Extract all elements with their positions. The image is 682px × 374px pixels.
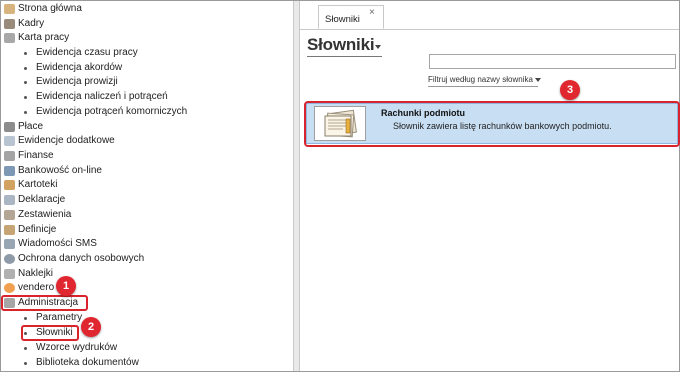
close-icon[interactable]: ×: [369, 7, 375, 18]
nav-label: Zestawienia: [18, 209, 72, 220]
step-badge-1: 1: [56, 276, 76, 296]
nav-subitem-ewidencja-potracen-komorniczych[interactable]: Ewidencja potrąceń komorniczych: [24, 105, 187, 119]
subitem-label: Ewidencja czasu pracy: [36, 47, 138, 58]
nav-item-bankowosc[interactable]: Bankowość on-line: [4, 164, 102, 178]
bank-icon: [4, 166, 15, 176]
nav-item-wiadomosci-sms[interactable]: Wiadomości SMS: [4, 237, 97, 251]
nav-subitem-parametry[interactable]: Parametry: [24, 311, 82, 325]
highlight-administracja: [1, 295, 88, 311]
timecard-icon: [4, 33, 15, 43]
bullet-icon: [24, 346, 27, 350]
nav-label: Wiadomości SMS: [18, 238, 97, 249]
nav-item-finanse[interactable]: Finanse: [4, 149, 54, 163]
subitem-label: Parametry: [36, 312, 83, 323]
finance-icon: [4, 151, 15, 161]
subitem-label: Ewidencja akordów: [36, 62, 123, 73]
nav-label: Naklejki: [18, 268, 54, 279]
nav-subitem-biblioteka-dokumentow[interactable]: Biblioteka dokumentów: [24, 356, 139, 370]
sticker-icon: [4, 269, 15, 279]
bullet-icon: [24, 316, 27, 320]
bullet-icon: [24, 66, 27, 70]
nav-label: Bankowość on-line: [18, 165, 102, 176]
main-content: Słowniki × Słowniki Filtruj według nazwy…: [300, 1, 680, 371]
cards-icon: [4, 180, 15, 190]
nav-item-kadry[interactable]: Kadry: [4, 17, 44, 31]
nav-item-deklaracje[interactable]: Deklaracje: [4, 193, 65, 207]
bullet-icon: [24, 110, 27, 114]
nav-subitem-ewidencja-naliczen[interactable]: Ewidencja naliczeń i potrąceń: [24, 90, 168, 104]
nav-item-zestawienia[interactable]: Zestawienia: [4, 208, 71, 222]
nav-label: Kartoteki: [18, 179, 58, 190]
folder-icon: [4, 136, 15, 146]
definitions-icon: [4, 225, 15, 235]
tab-bar: Słowniki ×: [300, 1, 679, 30]
nav-subitem-ewidencja-czasu-pracy[interactable]: Ewidencja czasu pracy: [24, 46, 138, 60]
nav-item-kartoteki[interactable]: Kartoteki: [4, 178, 57, 192]
pane-splitter[interactable]: [293, 1, 300, 371]
nav-item-ewidencje-dodatkowe[interactable]: Ewidencje dodatkowe: [4, 134, 115, 148]
chevron-down-icon: [534, 77, 541, 82]
subitem-label: Ewidencja prowizji: [36, 76, 118, 87]
nav-label: vendero: [18, 282, 55, 293]
bullet-icon: [24, 51, 27, 55]
nav-label: Strona główna: [18, 3, 82, 14]
nav-label: Definicje: [18, 224, 57, 235]
report-icon: [4, 210, 15, 220]
nav-label: Kadry: [18, 18, 45, 29]
nav-item-naklejki[interactable]: Naklejki: [4, 267, 53, 281]
vendero-icon: [4, 283, 15, 293]
sidebar-nav: Strona główna Kadry Karta pracy Ewidencj…: [1, 1, 293, 371]
nav-label: Ochrona danych osobowych: [18, 253, 145, 264]
nav-label: Finanse: [18, 150, 54, 161]
nav-subitem-ewidencja-prowizji[interactable]: Ewidencja prowizji: [24, 75, 118, 89]
step-badge-3: 3: [560, 80, 580, 100]
nav-label: Płace: [18, 121, 44, 132]
nav-subitem-ewidencja-akordow[interactable]: Ewidencja akordów: [24, 61, 122, 75]
nav-label: Ewidencje dodatkowe: [18, 135, 115, 146]
chevron-down-icon[interactable]: [375, 45, 381, 49]
subitem-label: Biblioteka dokumentów: [36, 357, 139, 368]
nav-item-strona-glowna[interactable]: Strona główna: [4, 2, 82, 16]
nav-label: Deklaracje: [18, 194, 66, 205]
nav-item-ochrona-danych[interactable]: Ochrona danych osobowych: [4, 252, 144, 266]
page-title[interactable]: Słowniki: [307, 35, 375, 55]
subitem-label: Ewidencja naliczeń i potrąceń: [36, 91, 168, 102]
bullet-icon: [24, 95, 27, 99]
tab-label: Słowniki: [325, 14, 360, 25]
bullet-icon: [24, 80, 27, 84]
highlight-slowniki: [21, 325, 79, 341]
nav-item-vendero[interactable]: vendero: [4, 281, 54, 295]
wallet-icon: [4, 122, 15, 132]
nav-subitem-wzorce-wydrukow[interactable]: Wzorce wydruków: [24, 341, 117, 355]
bullet-icon: [24, 361, 27, 365]
title-underline: [307, 56, 382, 57]
declaration-icon: [4, 195, 15, 205]
subitem-label: Wzorce wydruków: [36, 342, 118, 353]
shield-icon: [4, 254, 15, 264]
nav-item-definicje[interactable]: Definicje: [4, 223, 56, 237]
filter-underline: [428, 86, 538, 87]
people-icon: [4, 19, 15, 29]
nav-item-place[interactable]: Płace: [4, 120, 43, 134]
search-input[interactable]: [429, 54, 676, 69]
tab-slowniki[interactable]: Słowniki ×: [318, 5, 384, 29]
nav-label: Karta pracy: [18, 32, 70, 43]
sms-icon: [4, 239, 15, 249]
filter-label: Filtruj według nazwy słownika: [428, 75, 533, 84]
filter-dropdown[interactable]: Filtruj według nazwy słownika: [428, 75, 541, 84]
nav-item-karta-pracy[interactable]: Karta pracy: [4, 31, 69, 45]
step-badge-2: 2: [81, 317, 101, 337]
highlight-card: [304, 101, 680, 147]
home-icon: [4, 4, 15, 14]
subitem-label: Ewidencja potrąceń komorniczych: [36, 106, 188, 117]
